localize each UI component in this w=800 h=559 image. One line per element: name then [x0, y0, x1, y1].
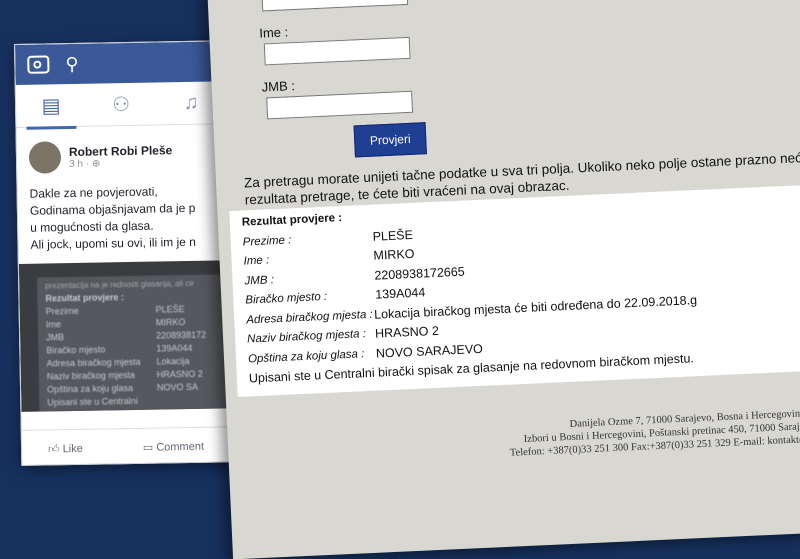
result-value: NOVO SARAJEVO — [376, 342, 484, 361]
result-key: Ime : — [243, 250, 373, 268]
avatar[interactable] — [29, 141, 62, 174]
result-panel: Rezultat provjere : Prezime :PLEŠEIme :M… — [229, 181, 800, 397]
photo-row-value: PLEŠE — [156, 304, 185, 318]
photo-row-value: MIRKO — [156, 317, 186, 331]
friends-icon[interactable]: ⚇ — [86, 91, 156, 117]
like-button[interactable]: 👍︎ Like — [48, 441, 83, 455]
prezime-field[interactable] — [261, 0, 408, 11]
photo-row-value: 2208938172 — [156, 330, 206, 344]
ime-field[interactable] — [264, 37, 411, 66]
comment-icon: ▭ — [143, 441, 154, 453]
result-value: HRASNO 2 — [375, 324, 439, 341]
provjeri-button[interactable]: Provjeri — [354, 122, 427, 157]
ime-label: Ime : — [259, 24, 289, 40]
result-rows: Prezime :PLEŠE Ime :MIRKO JMB :22089381726… — [242, 204, 800, 369]
result-value: PLEŠE — [372, 228, 413, 244]
page-footer: Danijela Ozme 7, 71000 Sarajevo, Bosna i… — [467, 403, 800, 462]
news-feed-icon[interactable]: ▤ — [16, 92, 86, 118]
camera-icon[interactable] — [27, 55, 49, 73]
search-icon[interactable]: ⚲ — [65, 53, 79, 74]
jmb-field[interactable] — [266, 91, 413, 120]
comment-button[interactable]: ▭ Comment — [143, 439, 204, 453]
result-value: MIRKO — [373, 247, 415, 263]
result-value: 139A044 — [375, 286, 426, 302]
photo-row-key: Upisani ste u Centralni — [47, 396, 157, 411]
photo-row-value: 139A044 — [156, 343, 192, 357]
result-key: Adresa biračkog mjesta : — [246, 308, 374, 326]
result-key: Prezime : — [242, 230, 372, 248]
photo-row-value: Lokacija — [156, 356, 189, 370]
thumbs-up-icon: 👍︎ — [48, 443, 60, 455]
jmb-label: JMB : — [261, 78, 295, 94]
post-author[interactable]: Robert Robi Pleše — [69, 143, 173, 159]
result-key: JMB : — [244, 269, 374, 287]
voter-register-page: Ime : JMB : Provjeri Za pretragu morate … — [205, 0, 800, 559]
result-key: Biračko mjesto : — [245, 289, 375, 307]
post-time: 3 h · ⊕ — [69, 157, 173, 170]
photo-row-value: NOVO SA — [157, 382, 198, 396]
photo-row-value: HRASNO 2 — [157, 369, 203, 383]
result-value: 2208938172665 — [374, 264, 465, 282]
result-key: Opština za koju glasa : — [248, 347, 376, 365]
result-key: Naziv biračkog mjesta : — [247, 328, 375, 346]
